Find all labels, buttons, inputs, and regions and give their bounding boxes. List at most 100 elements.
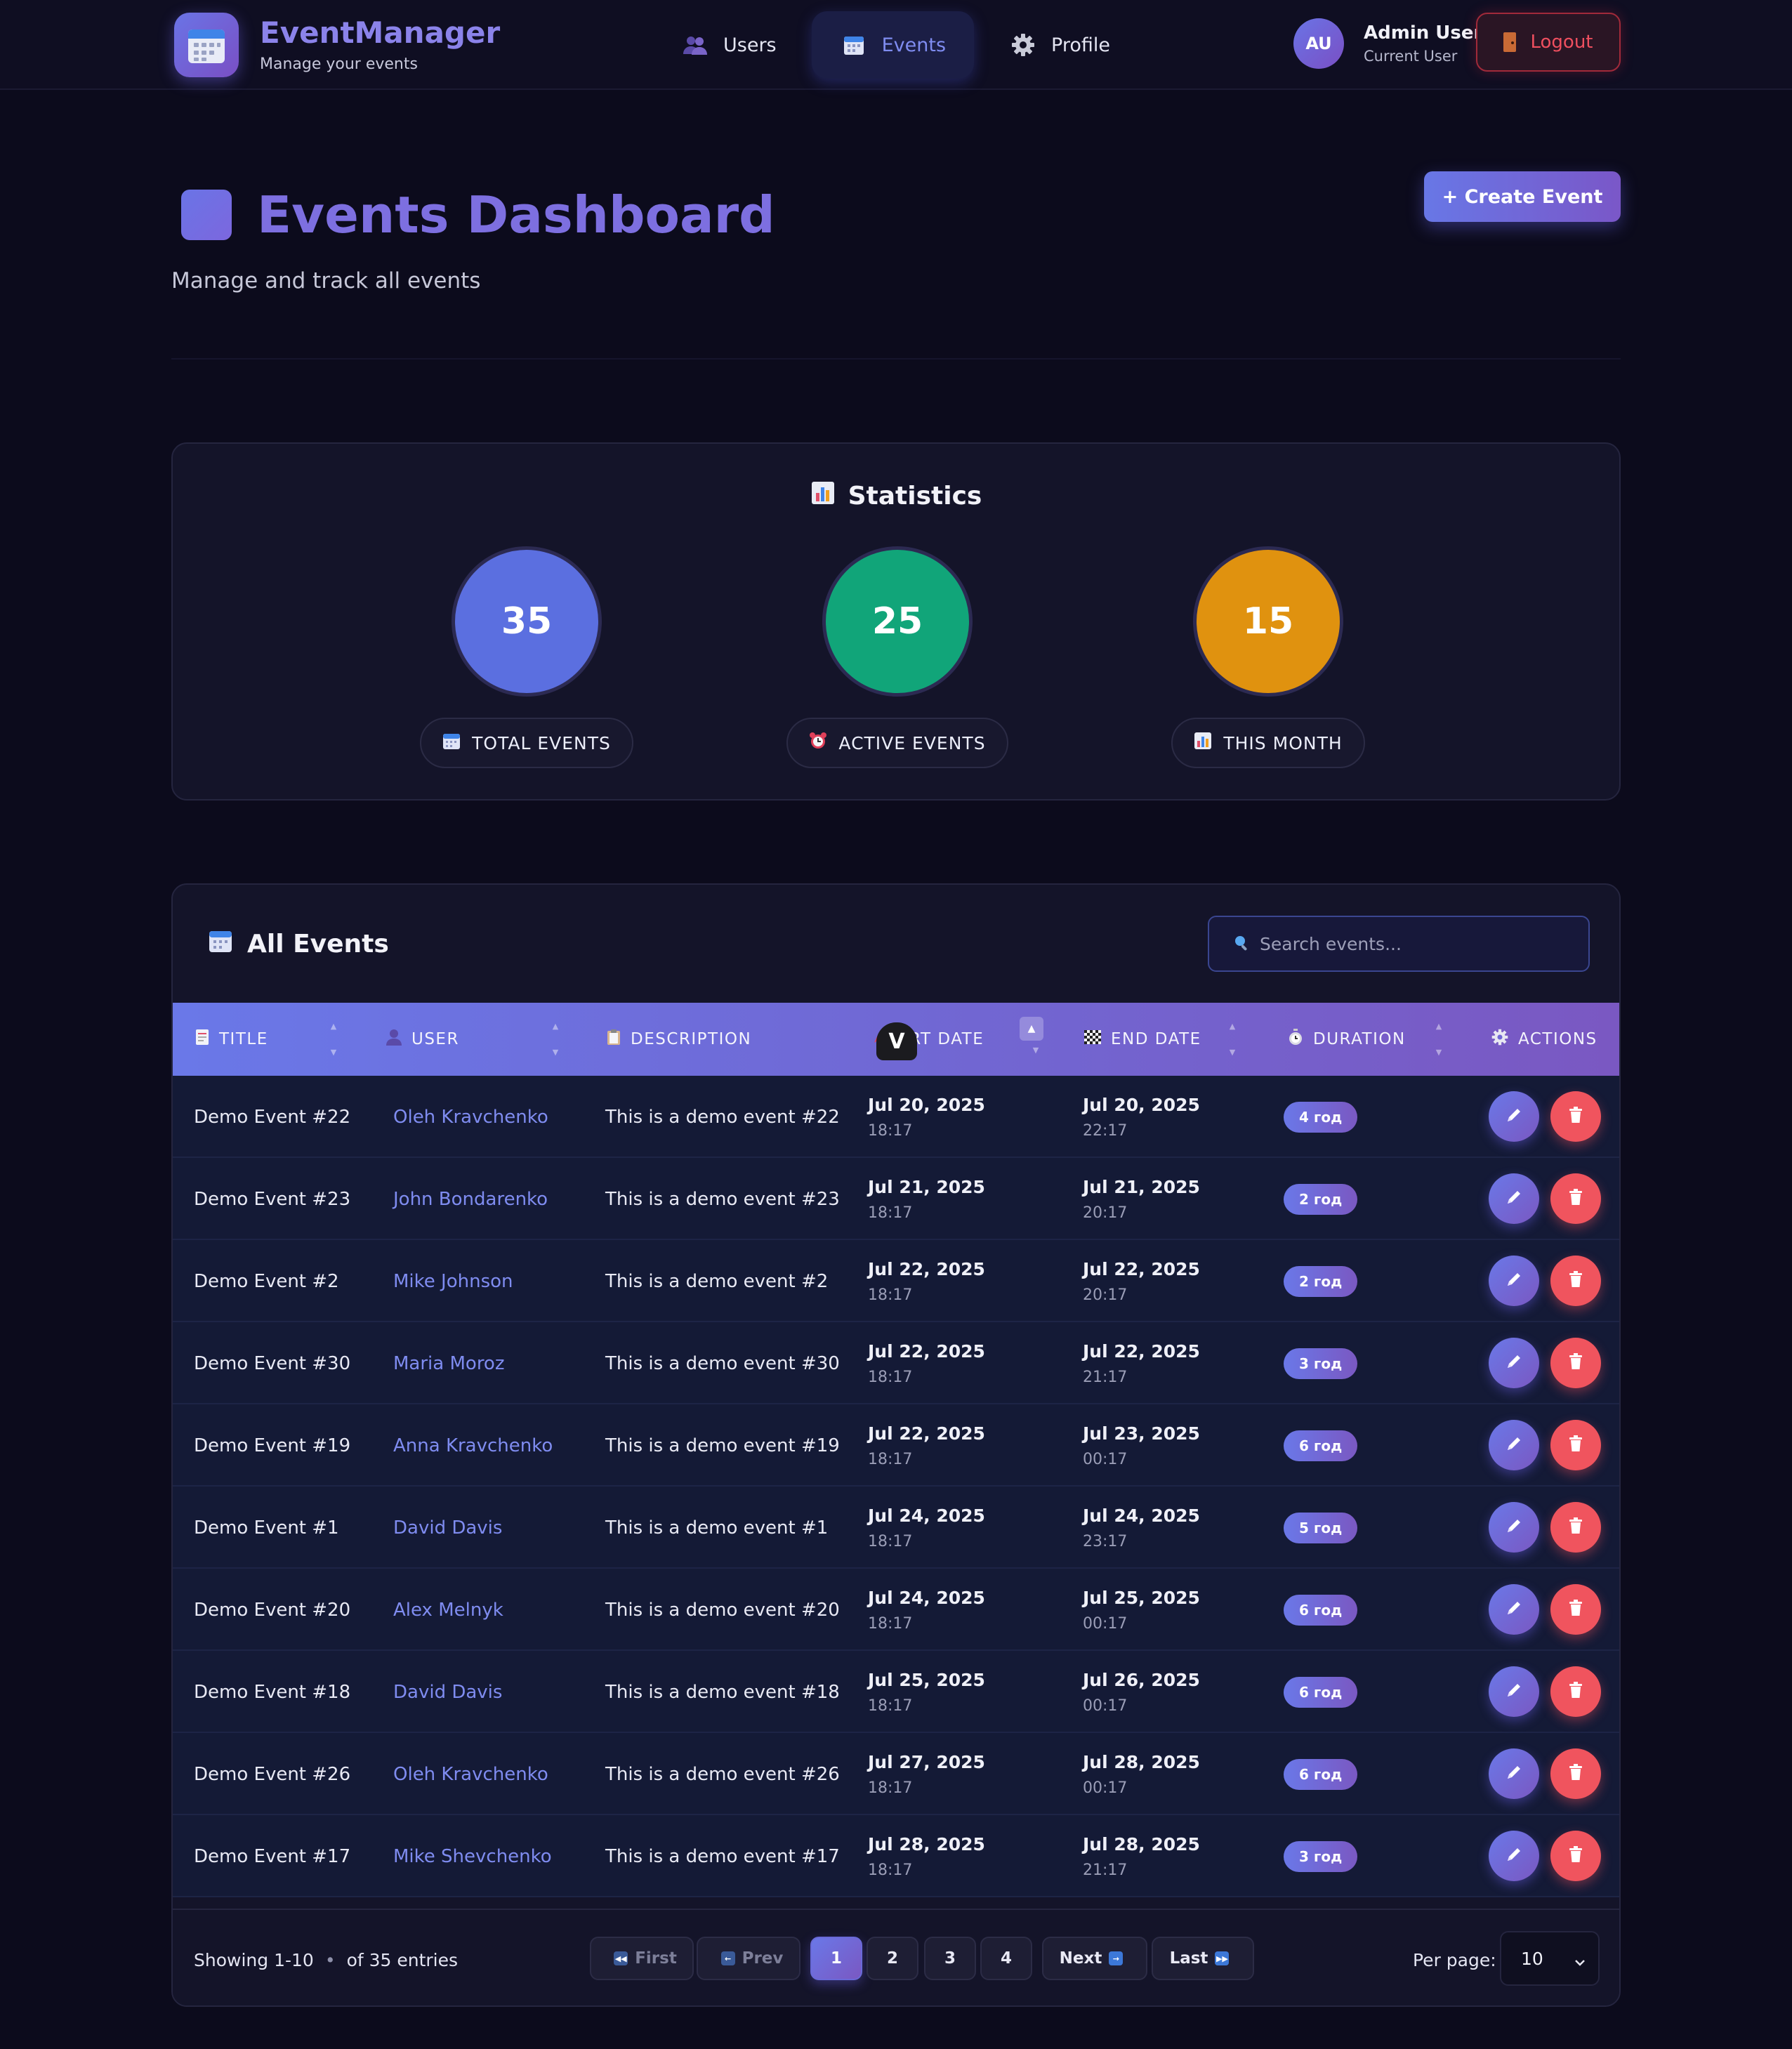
table-row[interactable]: Demo Event #26 Oleh Kravchenko This is a d…	[173, 1733, 1619, 1815]
search-input[interactable]	[1260, 933, 1583, 954]
column-duration[interactable]: DURATION	[1288, 1003, 1406, 1076]
cell-user-link[interactable]: Mike Shevchenko	[393, 1815, 552, 1897]
page-button-2[interactable]: 2	[867, 1937, 918, 1980]
start-date: Jul 24, 2025	[868, 1587, 985, 1608]
cell-end-date: Jul 22, 2025 20:17	[1083, 1240, 1200, 1322]
start-time: 18:17	[868, 1286, 913, 1304]
delete-button[interactable]	[1550, 1502, 1601, 1553]
column-end-date[interactable]: END DATE	[1084, 1003, 1201, 1076]
cell-user-link[interactable]: Alex Melnyk	[393, 1569, 503, 1651]
delete-button[interactable]	[1550, 1831, 1601, 1881]
cell-start-date: Jul 22, 2025 18:17	[868, 1322, 985, 1404]
edit-button[interactable]	[1489, 1091, 1539, 1142]
table-row[interactable]: Demo Event #19 Anna Kravchenko This is a d…	[173, 1404, 1619, 1487]
sort-start-date-toggle[interactable]: ▲	[1020, 1017, 1043, 1041]
cell-start-date: Jul 25, 2025 18:17	[868, 1651, 985, 1733]
edit-button[interactable]	[1489, 1173, 1539, 1224]
checkered-flag-icon	[1084, 1030, 1101, 1048]
calendar-icon	[840, 31, 868, 59]
cell-end-date: Jul 23, 2025 00:17	[1083, 1404, 1200, 1487]
delete-button[interactable]	[1550, 1748, 1601, 1799]
first-page-button[interactable]: ◀◀ First	[590, 1937, 694, 1980]
cell-end-date: Jul 22, 2025 21:17	[1083, 1322, 1200, 1404]
end-date: Jul 22, 2025	[1083, 1258, 1200, 1279]
nav-events[interactable]: Events	[811, 11, 975, 79]
table-row[interactable]: Demo Event #18 David Davis This is a demo …	[173, 1651, 1619, 1733]
table-row[interactable]: Demo Event #20 Alex Melnyk This is a demo …	[173, 1569, 1619, 1651]
delete-button[interactable]	[1550, 1256, 1601, 1306]
cell-user-link[interactable]: David Davis	[393, 1487, 502, 1569]
sort-start-date-desc[interactable]: ▼	[1031, 1046, 1041, 1056]
cell-description: This is a demo event #19	[605, 1435, 840, 1456]
delete-button[interactable]	[1550, 1173, 1601, 1224]
sort-duration-toggle[interactable]: ▲ ▼	[1434, 1022, 1444, 1056]
cell-description: This is a demo event #30	[605, 1352, 840, 1374]
trash-icon	[1567, 1681, 1584, 1702]
table-row[interactable]: Demo Event #30 Maria Moroz This is a demo …	[173, 1322, 1619, 1404]
page-button-1[interactable]: 1	[810, 1937, 862, 1980]
table-row[interactable]: Demo Event #2 Mike Johnson This is a demo …	[173, 1240, 1619, 1322]
delete-button[interactable]	[1550, 1338, 1601, 1388]
column-description[interactable]: DESCRIPTION	[607, 1003, 751, 1076]
brand[interactable]: EventManager Manage your events	[174, 13, 500, 77]
edit-button[interactable]	[1489, 1338, 1539, 1388]
edit-button[interactable]	[1489, 1666, 1539, 1717]
edit-button[interactable]	[1489, 1831, 1539, 1881]
cell-user-link[interactable]: Mike Johnson	[393, 1240, 513, 1322]
table-row[interactable]: Demo Event #23 John Bondarenko This is a d…	[173, 1158, 1619, 1240]
last-page-button[interactable]: Last ▶▶	[1152, 1937, 1254, 1980]
cell-user-link[interactable]: Oleh Kravchenko	[393, 1733, 548, 1815]
next-page-button[interactable]: Next →	[1042, 1937, 1147, 1980]
delete-button[interactable]	[1550, 1420, 1601, 1470]
end-date: Jul 26, 2025	[1083, 1669, 1200, 1690]
stat-label-pill: THIS MONTH	[1171, 718, 1365, 768]
edit-button[interactable]	[1489, 1256, 1539, 1306]
sort-end-date-toggle[interactable]: ▲ ▼	[1227, 1022, 1237, 1056]
start-date: Jul 24, 2025	[868, 1505, 985, 1526]
pencil-icon	[1505, 1270, 1523, 1291]
page-subtitle: Manage and track all events	[171, 268, 481, 294]
stat-label: THIS MONTH	[1223, 732, 1343, 753]
cell-user-link[interactable]: Maria Moroz	[393, 1322, 505, 1404]
cell-user-link[interactable]: Anna Kravchenko	[393, 1404, 553, 1487]
end-time: 21:17	[1083, 1368, 1128, 1386]
per-page-select[interactable]: 10	[1500, 1931, 1600, 1986]
search-icon	[1233, 934, 1250, 954]
table-row[interactable]: Demo Event #1 David Davis This is a demo e…	[173, 1487, 1619, 1569]
table-row[interactable]: Demo Event #17 Mike Shevchenko This is a d…	[173, 1815, 1619, 1897]
prev-page-button[interactable]: ← Prev	[697, 1937, 801, 1980]
column-user[interactable]: USER	[386, 1003, 459, 1076]
edit-button[interactable]	[1489, 1584, 1539, 1635]
create-event-button[interactable]: + Create Event	[1424, 171, 1621, 222]
cell-description: This is a demo event #1	[605, 1517, 829, 1539]
start-time: 18:17	[868, 1861, 913, 1879]
page-button-3[interactable]: 3	[924, 1937, 976, 1980]
bar-chart-icon	[1194, 732, 1212, 754]
delete-button[interactable]	[1550, 1666, 1601, 1717]
cell-user-link[interactable]: David Davis	[393, 1651, 502, 1733]
trash-icon	[1567, 1763, 1584, 1784]
stopwatch-icon	[1288, 1029, 1303, 1050]
cell-user-link[interactable]: John Bondarenko	[393, 1158, 548, 1240]
stat-circle: 35	[452, 546, 602, 697]
logout-button[interactable]: Logout	[1476, 13, 1621, 72]
cell-description: This is a demo event #2	[605, 1270, 829, 1292]
table-row[interactable]: Demo Event #22 Oleh Kravchenko This is a d…	[173, 1076, 1619, 1158]
nav-profile[interactable]: Profile	[981, 11, 1138, 79]
cell-user-link[interactable]: Oleh Kravchenko	[393, 1076, 548, 1158]
sort-title-toggle[interactable]: ▲ ▼	[329, 1022, 338, 1056]
cell-title: Demo Event #22	[194, 1106, 351, 1128]
edit-button[interactable]	[1489, 1502, 1539, 1553]
delete-button[interactable]	[1550, 1091, 1601, 1142]
page-button-4[interactable]: 4	[980, 1937, 1032, 1980]
pencil-icon	[1505, 1599, 1523, 1620]
sort-user-toggle[interactable]: ▲ ▼	[551, 1022, 560, 1056]
edit-button[interactable]	[1489, 1420, 1539, 1470]
search-box[interactable]	[1208, 916, 1590, 972]
nav-users[interactable]: Users	[653, 11, 805, 79]
delete-button[interactable]	[1550, 1584, 1601, 1635]
current-user[interactable]: AU Admin User Current User	[1293, 18, 1482, 69]
cell-start-date: Jul 20, 2025 18:17	[868, 1076, 985, 1158]
column-title[interactable]: TITLE	[195, 1003, 268, 1076]
edit-button[interactable]	[1489, 1748, 1539, 1799]
